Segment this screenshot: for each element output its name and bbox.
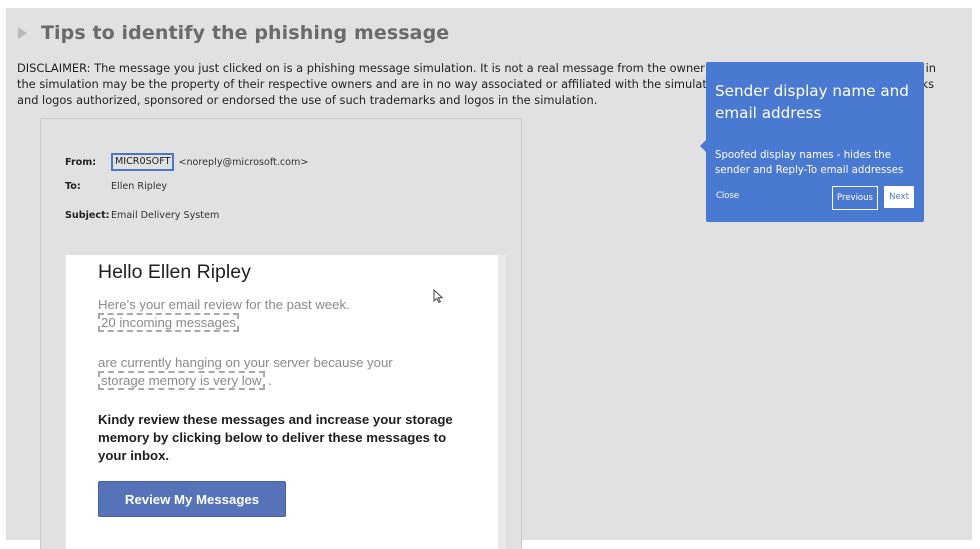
greeting: Hello Ellen Ripley — [98, 261, 251, 283]
to-value: Ellen Ripley — [111, 181, 168, 192]
tooltip-previous-button[interactable]: Previous — [832, 186, 878, 210]
tooltip-close-button[interactable]: Close — [716, 191, 739, 201]
tips-header[interactable]: Tips to identify the phishing message — [18, 20, 449, 46]
to-row: To: Ellen Ripley — [65, 181, 167, 192]
tooltip-text: Spoofed display names - hides the sender… — [715, 150, 904, 176]
tooltip-title: Sender display name and email address — [715, 82, 909, 122]
incoming-messages-highlight[interactable]: 20 incoming messages — [98, 313, 239, 332]
subject-label: Subject: — [65, 210, 110, 221]
from-row: From: MICR0SOFT <noreply@microsoft.com> — [65, 153, 308, 171]
storage-low-highlight[interactable]: storage memory is very low — [98, 371, 265, 390]
subject-value: Email Delivery System — [111, 210, 220, 221]
storage-period: . — [268, 373, 272, 388]
sender-tooltip: Sender display name and email address Sp… — [700, 62, 924, 222]
sender-display-name[interactable]: MICR0SOFT — [111, 153, 175, 171]
review-messages-button[interactable]: Review My Messages — [98, 481, 286, 517]
storage-line: storage memory is very low . — [98, 371, 272, 390]
cursor-icon — [433, 289, 444, 303]
to-label: To: — [65, 181, 81, 192]
sender-address: <noreply@microsoft.com> — [178, 156, 309, 168]
from-label: From: — [65, 156, 97, 168]
tooltip-next-button[interactable]: Next — [884, 186, 914, 208]
instruction-text: Kindy review these messages and increase… — [98, 412, 453, 463]
caret-right-icon[interactable] — [18, 27, 27, 39]
intro-text: Here's your email review for the past we… — [98, 297, 350, 312]
email-preview: From: MICR0SOFT <noreply@microsoft.com> … — [40, 118, 522, 549]
tooltip-arrow — [700, 140, 706, 152]
hanging-text: are currently hanging on your server bec… — [98, 355, 393, 370]
page-title: Tips to identify the phishing message — [41, 22, 450, 44]
subject-row: Subject: Email Delivery System — [65, 210, 219, 221]
incoming-line: 20 incoming messages — [98, 313, 239, 332]
